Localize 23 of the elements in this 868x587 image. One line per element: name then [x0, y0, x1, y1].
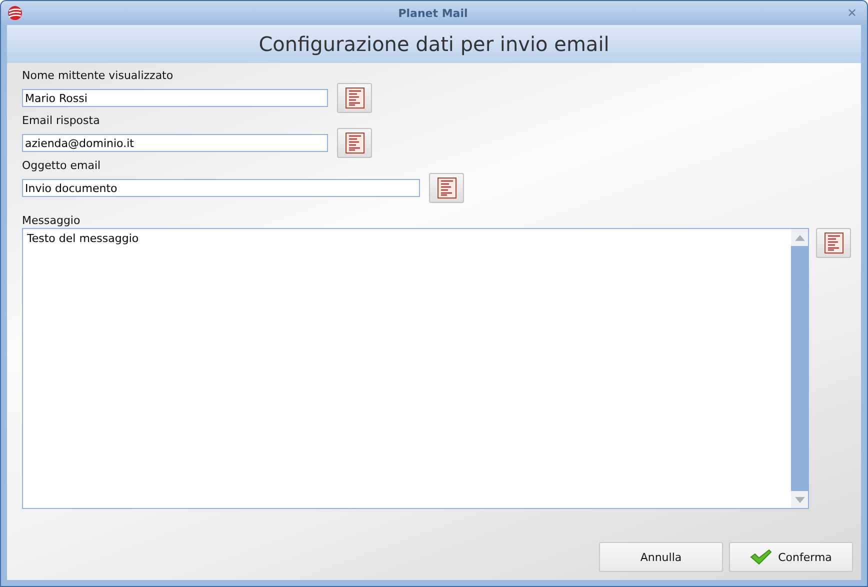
- cancel-button[interactable]: Annulla: [599, 542, 723, 572]
- window-title: Planet Mail: [398, 6, 468, 20]
- template-button[interactable]: [816, 228, 851, 258]
- document-icon: [824, 232, 844, 254]
- dialog-heading: Configurazione dati per invio email: [258, 32, 610, 56]
- confirm-button[interactable]: Conferma: [729, 542, 853, 572]
- document-icon: [436, 177, 456, 199]
- text-field[interactable]: Invio documento: [22, 179, 420, 197]
- logo-icon: [7, 5, 23, 21]
- field-label: Email risposta: [22, 114, 101, 127]
- document-icon: [344, 87, 364, 109]
- document-icon: [344, 132, 364, 154]
- field-label: Messaggio: [22, 214, 82, 227]
- message-textarea[interactable]: Testo del messaggio: [22, 228, 809, 509]
- message-text: Testo del messaggio: [26, 231, 140, 247]
- checkmark-icon: [750, 549, 772, 565]
- text-field[interactable]: Mario Rossi: [22, 89, 328, 107]
- template-button[interactable]: [337, 83, 372, 113]
- field-label: Oggetto email: [22, 159, 102, 172]
- text-field[interactable]: azienda@dominio.it: [22, 134, 328, 152]
- template-button[interactable]: [429, 173, 464, 203]
- template-button[interactable]: [337, 128, 372, 158]
- field-label: Nome mittente visualizzato: [22, 69, 174, 82]
